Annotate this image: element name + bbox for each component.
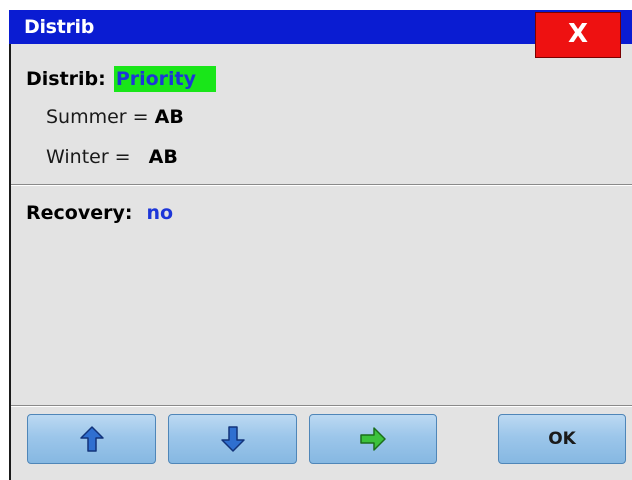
distrib-row: Distrib: Priority bbox=[26, 66, 217, 92]
arrow-right-icon bbox=[360, 427, 386, 451]
window-title: Distrib bbox=[24, 16, 95, 38]
ok-button[interactable]: OK bbox=[498, 414, 626, 464]
distrib-value: Priority bbox=[113, 66, 217, 92]
section-divider bbox=[11, 184, 632, 186]
winter-label: Winter = bbox=[46, 146, 131, 168]
winter-value: AB bbox=[148, 146, 178, 168]
arrow-down-icon bbox=[220, 426, 245, 452]
next-button[interactable] bbox=[309, 414, 437, 464]
scroll-up-button[interactable] bbox=[27, 414, 156, 464]
summer-value: AB bbox=[154, 106, 184, 128]
close-icon: X bbox=[567, 19, 589, 49]
distrib-window: Distrib X Distrib: Priority Summer = AB … bbox=[0, 0, 632, 480]
distrib-label: Distrib: bbox=[26, 68, 106, 90]
recovery-value: no bbox=[146, 202, 174, 224]
scroll-down-button[interactable] bbox=[168, 414, 297, 464]
arrow-up-icon bbox=[79, 426, 104, 452]
summer-label: Summer = bbox=[46, 106, 149, 128]
recovery-row: Recovery: no bbox=[26, 202, 173, 224]
recovery-label: Recovery: bbox=[26, 202, 133, 224]
close-button[interactable]: X bbox=[535, 12, 621, 58]
ok-label: OK bbox=[548, 429, 576, 449]
button-bar-divider bbox=[11, 405, 632, 407]
winter-row: Winter = AB bbox=[46, 146, 178, 168]
summer-row: Summer = AB bbox=[46, 106, 184, 128]
